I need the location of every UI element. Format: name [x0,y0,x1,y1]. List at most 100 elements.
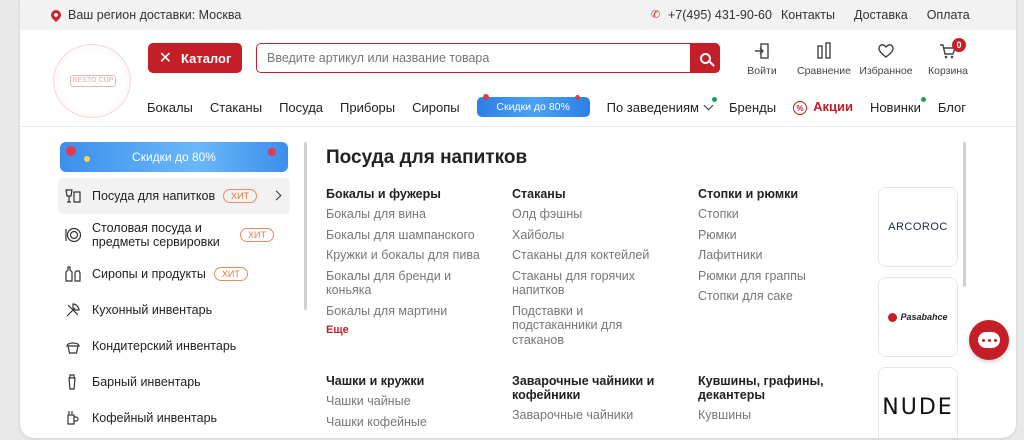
sidebar-item-confectionery[interactable]: Кондитерский инвентарь [58,328,290,364]
menu-link[interactable]: Кувшины [698,408,868,423]
compare-button[interactable]: Сравнение [794,40,854,77]
sidebar-scrollbar[interactable] [304,142,307,310]
menu-link[interactable]: Хайболы [512,228,682,243]
cart-icon: 0 [918,38,978,62]
nav-item-glasses[interactable]: Бокалы [147,100,193,115]
search-box [256,43,720,73]
menu-link[interactable]: Кружки и бокалы для пива [326,248,496,263]
chat-bubble-icon [978,332,1000,348]
menu-link[interactable]: Бокалы для мартини [326,304,496,319]
mega-menu-title: Посуда для напитков [326,147,528,168]
catalog-button[interactable]: ✕ Каталог [148,43,242,73]
cart-label: Корзина [928,65,968,77]
chevron-down-icon [703,100,714,110]
menu-scrollbar[interactable] [963,142,966,287]
compare-icon [794,40,854,62]
menu-link[interactable]: Бокалы для бренди и коньяка [326,269,466,298]
hit-badge: ХИТ [223,189,258,203]
hit-badge: ХИТ [213,267,248,281]
search-button[interactable] [690,43,720,73]
nav-item-syrups[interactable]: Сиропы [412,100,460,115]
nav-item-venues[interactable]: По заведениям [607,96,718,115]
search-input[interactable] [267,49,677,67]
nav-item-dishes[interactable]: Посуда [279,100,323,115]
favorites-label: Избранное [859,65,913,77]
nav-item-brands[interactable]: Бренды [729,100,776,115]
header-actions: Войти Сравнение Избранное 0 Корзина [732,38,980,77]
region-label[interactable]: Ваш регион доставки: Москва [68,8,241,22]
column-heading[interactable]: Стопки и рюмки [698,187,868,201]
sidebar-item-syrups[interactable]: Сиропы и продукты ХИТ [58,256,290,292]
brand-name: NUDE [882,394,954,420]
column-heading[interactable]: Бокалы и фужеры [326,187,496,201]
delivery-region[interactable]: Ваш регион доставки: Москва [48,7,241,23]
sidebar-item-label: Сиропы и продукты [92,267,206,281]
brand-pasabahce[interactable]: Pasabahce [878,277,958,357]
menu-link[interactable]: Стопки [698,207,868,222]
logo[interactable]: RESTO CUP [53,44,131,118]
close-icon: ✕ [158,50,173,67]
nav-item-news[interactable]: Новинки [870,96,926,115]
menu-link[interactable]: Олд фэшны [512,207,682,222]
menu-link[interactable]: Стопки для саке [698,289,868,304]
link-contacts[interactable]: Контакты [781,8,835,22]
nav-item-tumblers[interactable]: Стаканы [210,100,262,115]
cart-button[interactable]: 0 Корзина [918,38,978,77]
sidebar-promo-banner[interactable]: Скидки до 80% [60,142,288,172]
nav-item-sale[interactable]: % Акции [793,99,853,116]
sidebar-item-kitchen[interactable]: Кухонный инвентарь [58,292,290,328]
more-link[interactable]: Еще [326,324,496,336]
menu-link[interactable]: Стаканы для коктейлей [512,248,682,263]
favorites-button[interactable]: Избранное [856,40,916,77]
sidebar-item-label: Кухонный инвентарь [92,303,213,317]
menu-link[interactable]: Стаканы для горячих напитков [512,269,652,298]
sale-label: Акции [813,98,853,114]
login-button[interactable]: Войти [732,40,792,77]
pasabahce-mark-icon [888,312,898,322]
phone-number[interactable]: +7(495) 431-90-60 [668,8,772,22]
column-heading[interactable]: Стаканы [512,187,682,201]
cart-badge: 0 [952,38,966,52]
brand-logos: ARCOROC Pasabahce NUDE [878,187,958,438]
sidebar-item-label: Кондитерский инвентарь [92,339,237,353]
column-heading[interactable]: Чашки и кружки [326,374,496,388]
nav-promo-banner[interactable]: Скидки до 80% [476,94,590,117]
phone[interactable]: ✆ +7(495) 431-90-60 [651,8,772,22]
brand-name: ARCOROC [888,221,948,233]
shaker-icon [64,373,82,391]
menu-link[interactable]: Рюмки для граппы [698,269,868,284]
chat-button[interactable] [969,320,1009,360]
login-label: Войти [747,65,777,77]
sidebar-item-tableware[interactable]: Столовая посуда и предметы сервировки ХИ… [58,214,290,256]
column-heading[interactable]: Заварочные чайники и кофейники [512,374,662,402]
bottles-icon [64,265,82,283]
menu-column-cups: Чашки и кружки Чашки чайные Чашки кофейн… [326,374,496,435]
menu-link[interactable]: Рюмки [698,228,868,243]
nav-item-cutlery[interactable]: Приборы [340,100,395,115]
link-payment[interactable]: Оплата [927,8,970,22]
menu-link[interactable]: Чашки кофейные [326,415,496,430]
menu-column-tumblers: Стаканы Олд фэшны Хайболы Стаканы для ко… [512,187,682,353]
menu-link[interactable]: Бокалы для вина [326,207,496,222]
link-delivery[interactable]: Доставка [854,8,908,22]
decor-dot [84,156,90,162]
nav-item-blog[interactable]: Блог [938,100,966,115]
page-frame: Ваш регион доставки: Москва ✆ +7(495) 43… [20,0,1016,438]
main-nav: Бокалы Стаканы Посуда Приборы Сиропы Ски… [147,94,983,117]
sidebar-list: Посуда для напитков ХИТ Столовая посуда … [58,178,290,436]
menu-link[interactable]: Бокалы для шампанского [326,228,496,243]
column-heading[interactable]: Кувшины, графины, декантеры [698,374,838,402]
menu-link[interactable]: Лафитники [698,248,868,263]
sidebar-item-bar[interactable]: Барный инвентарь [58,364,290,400]
glasses-icon [64,187,82,205]
sidebar-item-coffee[interactable]: Кофейный инвентарь [58,400,290,436]
menu-column-teapots: Заварочные чайники и кофейники Заварочны… [512,374,682,429]
sidebar-item-label: Барный инвентарь [92,375,201,389]
menu-link[interactable]: Чашки чайные [326,394,496,409]
brand-nude[interactable]: NUDE [878,367,958,438]
menu-link[interactable]: Заварочные чайники [512,408,682,423]
phone-icon: ✆ [651,8,661,21]
menu-link[interactable]: Подставки и подстаканники для стаканов [512,304,632,348]
sidebar-item-drinkware[interactable]: Посуда для напитков ХИТ [58,178,290,214]
brand-arcoroc[interactable]: ARCOROC [878,187,958,267]
